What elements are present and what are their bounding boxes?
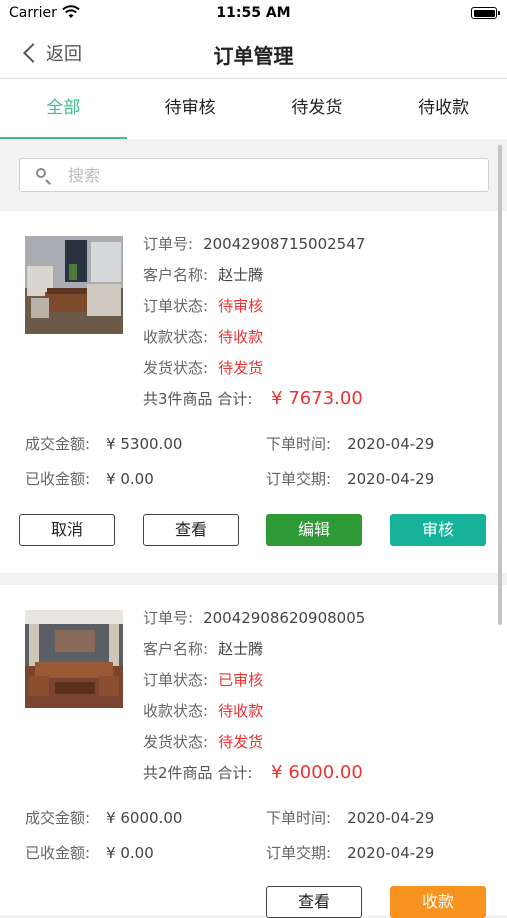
search-section <box>0 139 507 211</box>
order-number-value: 20042908620908005 <box>203 609 366 627</box>
order-time-value: 2020-04-29 <box>347 809 435 827</box>
search-box[interactable] <box>19 158 489 192</box>
payment-status-row: 收款状态: 待收款 <box>143 326 263 347</box>
order-card: 订单号: 20042908715002547 客户名称: 赵士腾 订单状态: 待审核 … <box>0 211 507 573</box>
shipping-status-label: 发货状态: <box>143 733 209 751</box>
received-amount-row: 已收金额: ¥ 0.00 <box>25 468 154 489</box>
shipping-status-label: 发货状态: <box>143 359 209 377</box>
delivery-date-value: 2020-04-29 <box>347 844 435 862</box>
received-amount-row: 已收金额: ¥ 0.00 <box>25 842 154 863</box>
order-status-label: 订单状态: <box>143 297 209 315</box>
scrollbar[interactable] <box>498 145 502 625</box>
tab-all[interactable]: 全部 <box>0 79 127 139</box>
deal-amount-label: 成交金额: <box>25 809 91 827</box>
search-input[interactable] <box>66 164 488 186</box>
delivery-date-row: 订单交期: 2020-04-29 <box>266 468 434 489</box>
product-image <box>25 610 123 708</box>
customer-row: 客户名称: 赵士腾 <box>143 638 263 659</box>
shipping-status-row: 发货状态: 待发货 <box>143 357 263 378</box>
delivery-date-label: 订单交期: <box>266 844 332 862</box>
received-amount-label: 已收金额: <box>25 470 91 488</box>
delivery-date-value: 2020-04-29 <box>347 470 435 488</box>
total-label: 合计: <box>217 764 253 782</box>
customer-value: 赵士腾 <box>218 640 264 658</box>
order-time-label: 下单时间: <box>266 809 332 827</box>
deal-amount-value: ¥ 6000.00 <box>106 809 183 827</box>
order-status-value: 已审核 <box>218 671 264 689</box>
order-time-row: 下单时间: 2020-04-29 <box>266 807 434 828</box>
navigation-bar: 返回 订单管理 <box>0 28 507 79</box>
delivery-date-label: 订单交期: <box>266 470 332 488</box>
view-button[interactable]: 查看 <box>266 886 362 918</box>
order-time-row: 下单时间: 2020-04-29 <box>266 433 434 454</box>
tab-pending-payment[interactable]: 待收款 <box>380 79 507 139</box>
page-title: 订单管理 <box>213 44 294 68</box>
cancel-button[interactable]: 取消 <box>19 514 115 546</box>
total-amount: ¥ 7673.00 <box>271 388 363 409</box>
edit-button[interactable]: 编辑 <box>266 514 362 546</box>
view-button[interactable]: 查看 <box>143 514 239 546</box>
order-status-row: 订单状态: 已审核 <box>143 669 263 690</box>
search-icon <box>36 168 50 182</box>
tab-pending-shipment[interactable]: 待发货 <box>254 79 381 139</box>
payment-status-label: 收款状态: <box>143 328 209 346</box>
battery-icon <box>471 7 500 19</box>
order-time-label: 下单时间: <box>266 435 332 453</box>
customer-row: 客户名称: 赵士腾 <box>143 264 263 285</box>
order-number-row: 订单号: 20042908620908005 <box>143 607 365 628</box>
payment-status-value: 待收款 <box>218 328 264 346</box>
order-status-row: 订单状态: 待审核 <box>143 295 263 316</box>
delivery-date-row: 订单交期: 2020-04-29 <box>266 842 434 863</box>
total-row: 共3件商品 合计: ¥ 7673.00 <box>143 388 363 409</box>
review-button[interactable]: 审核 <box>390 514 486 546</box>
tab-bar: 全部 待审核 待发货 待收款 <box>0 79 507 139</box>
order-number-row: 订单号: 20042908715002547 <box>143 233 365 254</box>
customer-label: 客户名称: <box>143 640 209 658</box>
clock: 11:55 AM <box>216 5 291 21</box>
received-amount-value: ¥ 0.00 <box>106 844 154 862</box>
shipping-status-value: 待发货 <box>218 733 264 751</box>
received-amount-value: ¥ 0.00 <box>106 470 154 488</box>
item-count: 共3件商品 <box>143 390 213 408</box>
status-bar: Carrier 11:55 AM <box>0 0 507 28</box>
payment-status-row: 收款状态: 待收款 <box>143 700 263 721</box>
customer-value: 赵士腾 <box>218 266 264 284</box>
item-count: 共2件商品 <box>143 764 213 782</box>
payment-status-value: 待收款 <box>218 702 264 720</box>
order-number-label: 订单号: <box>143 235 194 253</box>
total-amount: ¥ 6000.00 <box>271 762 363 783</box>
order-time-value: 2020-04-29 <box>347 435 435 453</box>
order-status-value: 待审核 <box>218 297 264 315</box>
total-label: 合计: <box>217 390 253 408</box>
deal-amount-row: 成交金额: ¥ 6000.00 <box>25 807 182 828</box>
collect-payment-button[interactable]: 收款 <box>390 886 486 918</box>
received-amount-label: 已收金额: <box>25 844 91 862</box>
deal-amount-row: 成交金额: ¥ 5300.00 <box>25 433 182 454</box>
customer-label: 客户名称: <box>143 266 209 284</box>
deal-amount-label: 成交金额: <box>25 435 91 453</box>
order-number-label: 订单号: <box>143 609 194 627</box>
order-number-value: 20042908715002547 <box>203 235 366 253</box>
tab-pending-review[interactable]: 待审核 <box>127 79 254 139</box>
shipping-status-row: 发货状态: 待发货 <box>143 731 263 752</box>
shipping-status-value: 待发货 <box>218 359 264 377</box>
product-image <box>25 236 123 334</box>
deal-amount-value: ¥ 5300.00 <box>106 435 183 453</box>
payment-status-label: 收款状态: <box>143 702 209 720</box>
order-card: 订单号: 20042908620908005 客户名称: 赵士腾 订单状态: 已审核 … <box>0 585 507 918</box>
order-status-label: 订单状态: <box>143 671 209 689</box>
total-row: 共2件商品 合计: ¥ 6000.00 <box>143 762 363 783</box>
